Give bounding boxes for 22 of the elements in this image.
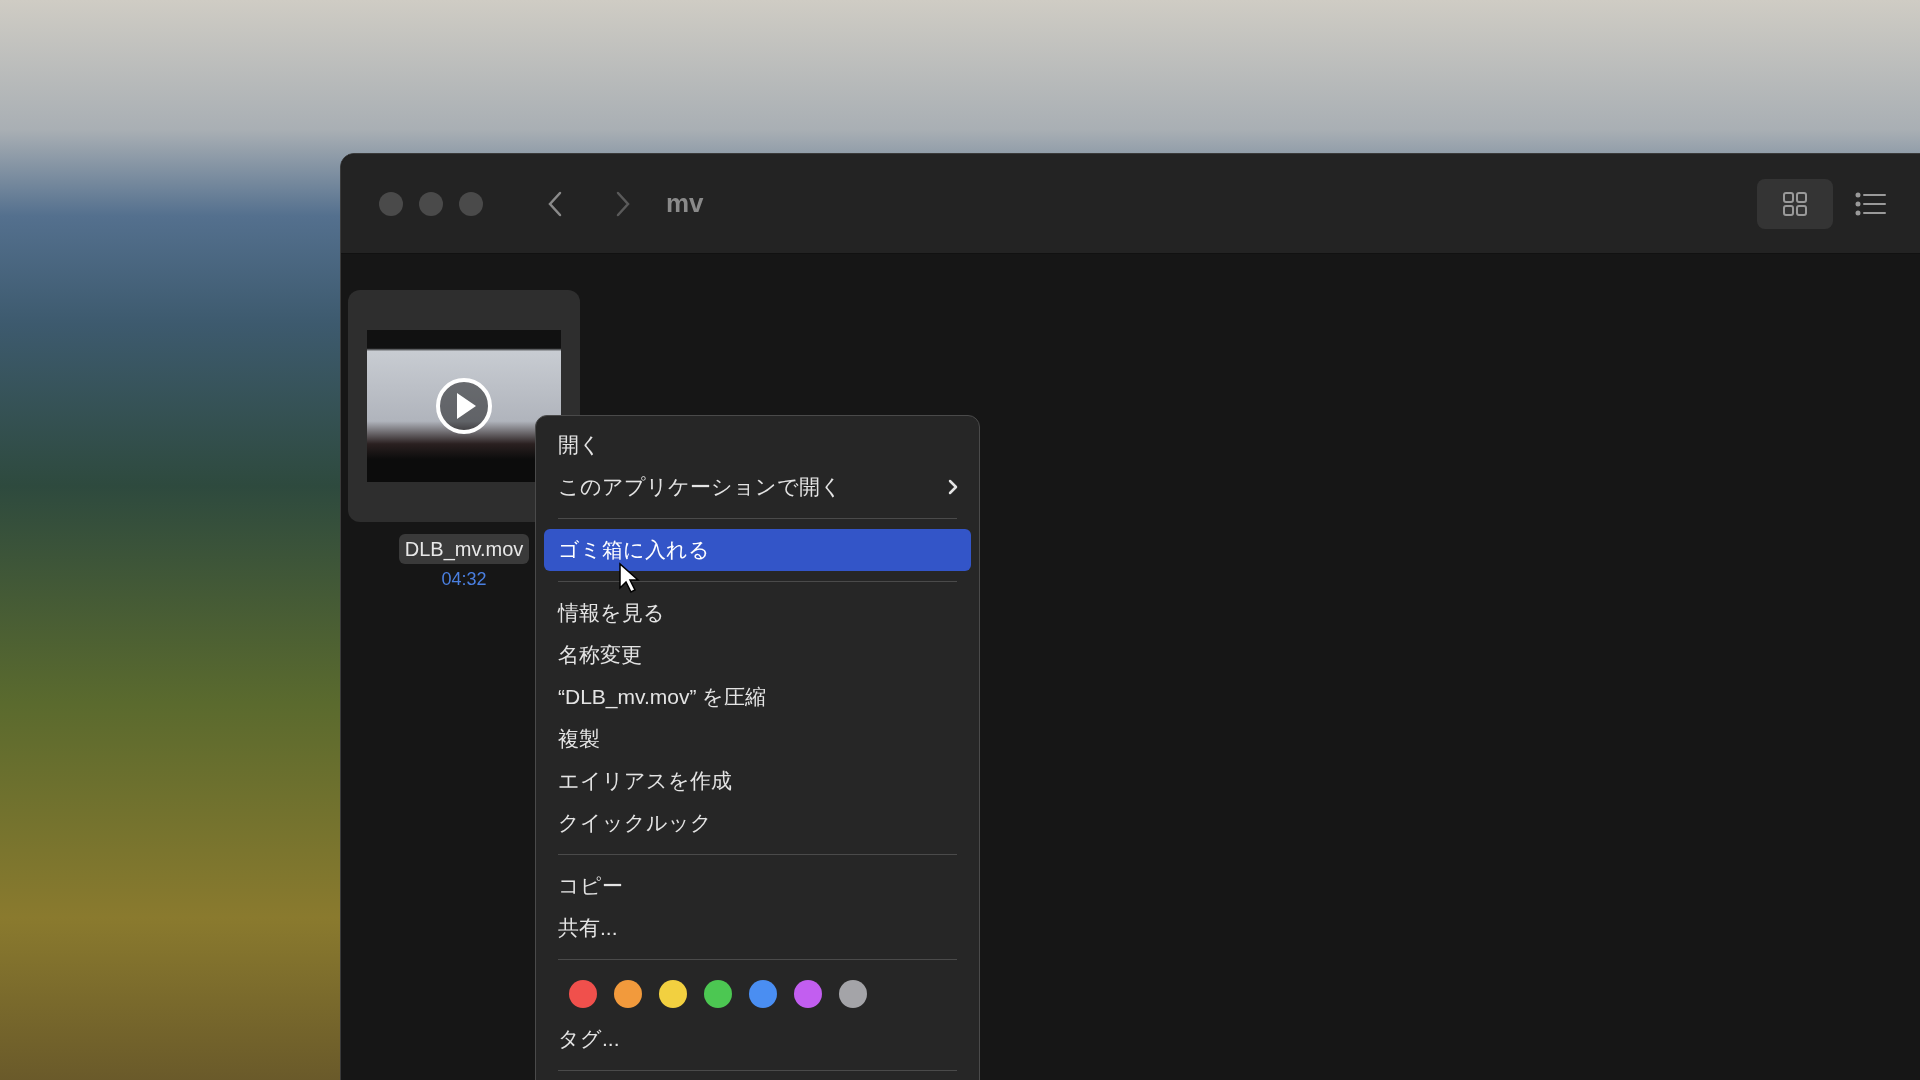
- list-view-icon: [1855, 190, 1887, 217]
- menu-item[interactable]: “DLB_mv.mov” を圧縮: [544, 676, 971, 718]
- back-icon[interactable]: [547, 189, 563, 218]
- play-icon: [435, 377, 493, 435]
- menu-item[interactable]: このアプリケーションで開く: [544, 466, 971, 508]
- window-title: mv: [666, 187, 704, 220]
- menu-item[interactable]: 複製: [544, 718, 971, 760]
- mouse-pointer-icon: [618, 562, 640, 594]
- grid-view-icon: [1781, 189, 1809, 218]
- chevron-right-icon: [947, 478, 959, 496]
- menu-item[interactable]: コピー: [544, 865, 971, 907]
- menu-item[interactable]: タグ...: [544, 1018, 971, 1060]
- file-thumbnail-tile[interactable]: [348, 290, 580, 522]
- file-name: DLB_mv.mov: [398, 534, 530, 564]
- menu-item[interactable]: エイリアスを作成: [544, 760, 971, 802]
- menu-item[interactable]: 共有...: [544, 907, 971, 949]
- menu-item[interactable]: 開く: [544, 424, 971, 466]
- menu-item[interactable]: 名称変更: [544, 634, 971, 676]
- view-mode-button[interactable]: [1757, 178, 1833, 229]
- menu-item[interactable]: 情報を見る: [544, 592, 971, 634]
- menu-item[interactable]: クイックルック: [544, 802, 971, 844]
- video-duration: 04:32: [441, 568, 487, 591]
